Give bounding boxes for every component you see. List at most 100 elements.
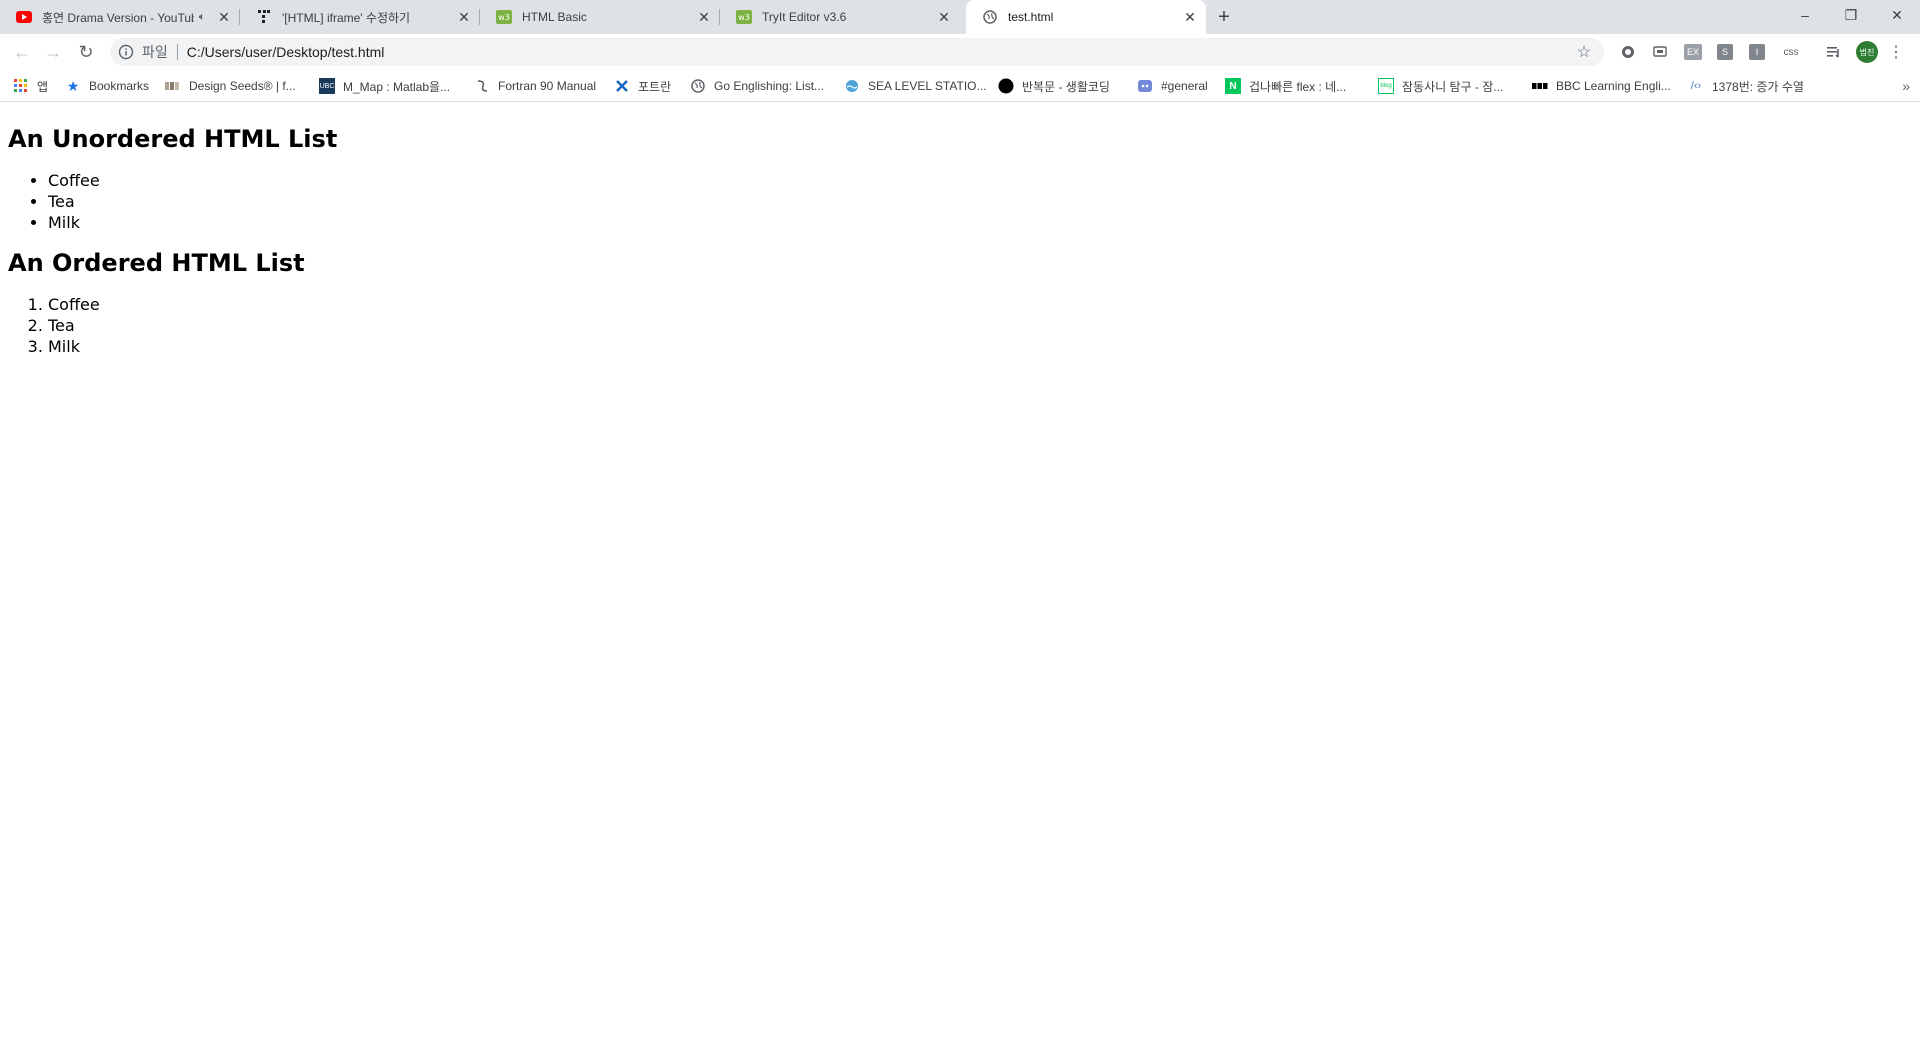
sea-level-icon bbox=[844, 78, 860, 94]
list-item: Coffee bbox=[48, 170, 1912, 191]
address-bar[interactable]: 파일 C:/Users/user/Desktop/test.html ☆ bbox=[110, 38, 1604, 66]
bookmarks-bar: 앱 ★ Bookmarks Design Seeds® | f... UBC M… bbox=[0, 70, 1920, 102]
bookmark-label: SEA LEVEL STATIO... bbox=[868, 79, 987, 93]
close-icon[interactable]: ✕ bbox=[694, 7, 714, 27]
reading-list-icon[interactable] bbox=[1826, 44, 1842, 60]
tab-test-html[interactable]: test.html ✕ bbox=[966, 0, 1206, 34]
tab-strip: 홍연 Drama Version - YouTube 🔈︎ ✕ '[HTML] … bbox=[0, 0, 1920, 34]
bookmark-label: Fortran 90 Manual bbox=[498, 79, 597, 93]
extension-css-icon[interactable]: css bbox=[1780, 44, 1802, 60]
svg-text:w3: w3 bbox=[498, 13, 510, 22]
globe-icon bbox=[690, 78, 706, 94]
reload-button[interactable]: ↻ bbox=[72, 38, 100, 66]
tab-title: 홍연 Drama Version - YouTube bbox=[42, 10, 194, 25]
bookmark-label: 겁나빠른 flex : 네... bbox=[1249, 79, 1347, 94]
profile-avatar[interactable]: 범진 bbox=[1856, 41, 1878, 63]
globe-icon bbox=[982, 9, 998, 25]
list-item: Coffee bbox=[48, 294, 1912, 315]
close-icon[interactable]: ✕ bbox=[934, 7, 954, 27]
back-button[interactable]: ← bbox=[8, 38, 36, 66]
bookmark-label: Go Englishing: List... bbox=[714, 79, 825, 93]
code-icon: /‹› bbox=[1690, 80, 1702, 92]
bookmark-star-icon[interactable]: ☆ bbox=[1572, 42, 1596, 62]
minimize-button[interactable]: – bbox=[1782, 0, 1828, 30]
tab-title: test.html bbox=[1008, 10, 1054, 24]
list-item: Milk bbox=[48, 212, 1912, 233]
speaker-icon[interactable]: 🔈︎ bbox=[194, 11, 210, 24]
youtube-icon bbox=[16, 9, 32, 25]
bookmark-bbc[interactable]: BBC Learning Engli... bbox=[1532, 76, 1671, 96]
close-icon[interactable]: ✕ bbox=[214, 7, 234, 27]
extension-screen-icon[interactable] bbox=[1652, 44, 1668, 60]
bbc-icon bbox=[1532, 78, 1548, 94]
bookmark-sea-level[interactable]: SEA LEVEL STATIO... bbox=[844, 76, 987, 96]
ordered-list: Coffee Tea Milk bbox=[8, 294, 1912, 357]
bookmark-label: 1378번: 증가 수열 bbox=[1712, 79, 1804, 94]
star-icon: ★ bbox=[66, 77, 80, 94]
bookmark-label: Design Seeds® | f... bbox=[189, 79, 296, 93]
fortran-icon bbox=[474, 78, 490, 94]
bookmark-label: 앱 bbox=[37, 79, 49, 94]
url-text[interactable]: C:/Users/user/Desktop/test.html bbox=[187, 44, 1572, 60]
restore-button[interactable]: ❐ bbox=[1828, 0, 1874, 30]
tab-youtube[interactable]: 홍연 Drama Version - YouTube 🔈︎ ✕ bbox=[0, 0, 240, 34]
naver-icon: N bbox=[1225, 78, 1241, 94]
bookmark-general[interactable]: #general bbox=[1137, 76, 1208, 96]
close-icon[interactable]: ✕ bbox=[1180, 7, 1200, 27]
unordered-list: Coffee Tea Milk bbox=[8, 170, 1912, 233]
bookmark-naver[interactable]: N 겁나빠른 flex : 네... bbox=[1225, 76, 1346, 96]
list-item: Tea bbox=[48, 315, 1912, 336]
forward-button[interactable]: → bbox=[39, 38, 67, 66]
page-content: An Unordered HTML List Coffee Tea Milk A… bbox=[8, 103, 1912, 1040]
bookmark-label: M_Map : Matlab을... bbox=[343, 79, 451, 94]
bookmark-apps[interactable]: 앱 bbox=[13, 76, 48, 96]
bookmark-acmicpc[interactable]: /‹› 1378번: 증가 수열 bbox=[1688, 76, 1804, 96]
bookmark-label: #general bbox=[1161, 79, 1208, 93]
bookmark-fortran-kr[interactable]: 포트란 bbox=[614, 76, 671, 96]
extension-ex-icon[interactable]: EX bbox=[1684, 44, 1702, 60]
bookmark-label: BBC Learning Engli... bbox=[1556, 79, 1671, 93]
list-item: Milk bbox=[48, 336, 1912, 357]
tab-title: HTML Basic bbox=[522, 10, 587, 24]
bookmark-blog[interactable]: blog 잠동사니 탐구 - 잠... bbox=[1378, 76, 1503, 96]
bookmark-bookmarks[interactable]: ★ Bookmarks bbox=[65, 76, 149, 96]
bookmark-mmap[interactable]: UBC M_Map : Matlab을... bbox=[319, 76, 450, 96]
apps-grid-icon bbox=[13, 78, 29, 94]
bookmarks-overflow-button[interactable]: » bbox=[1902, 78, 1910, 94]
bookmark-fortran-manual[interactable]: Fortran 90 Manual bbox=[474, 76, 596, 96]
extension-i-icon[interactable]: I bbox=[1749, 44, 1765, 60]
info-icon[interactable] bbox=[118, 44, 134, 60]
fortran-cross-icon bbox=[614, 78, 630, 94]
browser-toolbar: ← → ↻ 파일 C:/Users/user/Desktop/test.html… bbox=[0, 34, 1920, 70]
extension-circle-icon[interactable] bbox=[1620, 44, 1636, 60]
extension-s-icon[interactable]: S bbox=[1717, 44, 1733, 60]
tab-title: TryIt Editor v3.6 bbox=[762, 10, 847, 24]
ordered-heading: An Ordered HTML List bbox=[8, 249, 305, 277]
list-item: Tea bbox=[48, 191, 1912, 212]
tab-tryit-editor[interactable]: w3 TryIt Editor v3.6 ✕ bbox=[720, 0, 960, 34]
omnibox-divider bbox=[176, 44, 178, 60]
scheme-label: 파일 bbox=[142, 44, 168, 60]
bookmark-opentutorials[interactable]: 반복문 - 생활코딩 bbox=[998, 76, 1110, 96]
w3schools-icon: w3 bbox=[736, 9, 752, 25]
bookmark-label: 잠동사니 탐구 - 잠... bbox=[1402, 79, 1504, 94]
tab-html-basic[interactable]: w3 HTML Basic ✕ bbox=[480, 0, 720, 34]
tab-velog[interactable]: '[HTML] iframe' 수정하기 ✕ bbox=[240, 0, 480, 34]
svg-text:w3: w3 bbox=[738, 13, 750, 22]
w3schools-icon: w3 bbox=[496, 9, 512, 25]
bookmark-go-englishing[interactable]: Go Englishing: List... bbox=[690, 76, 824, 96]
unordered-heading: An Unordered HTML List bbox=[8, 125, 338, 153]
close-window-button[interactable]: ✕ bbox=[1874, 0, 1920, 30]
bookmark-design-seeds[interactable]: Design Seeds® | f... bbox=[165, 76, 296, 96]
bookmark-label: 반복문 - 생활코딩 bbox=[1022, 79, 1110, 94]
new-tab-button[interactable]: + bbox=[1210, 6, 1238, 28]
menu-button[interactable]: ⋮ bbox=[1888, 44, 1904, 61]
blog-icon: blog bbox=[1378, 78, 1394, 94]
mmap-icon: UBC bbox=[319, 78, 335, 94]
velog-icon bbox=[256, 9, 272, 25]
close-icon[interactable]: ✕ bbox=[454, 7, 474, 27]
discord-icon bbox=[1137, 78, 1153, 94]
black-circle-icon bbox=[998, 78, 1014, 94]
design-seeds-icon bbox=[165, 78, 181, 94]
tab-title: '[HTML] iframe' 수정하기 bbox=[282, 10, 411, 25]
